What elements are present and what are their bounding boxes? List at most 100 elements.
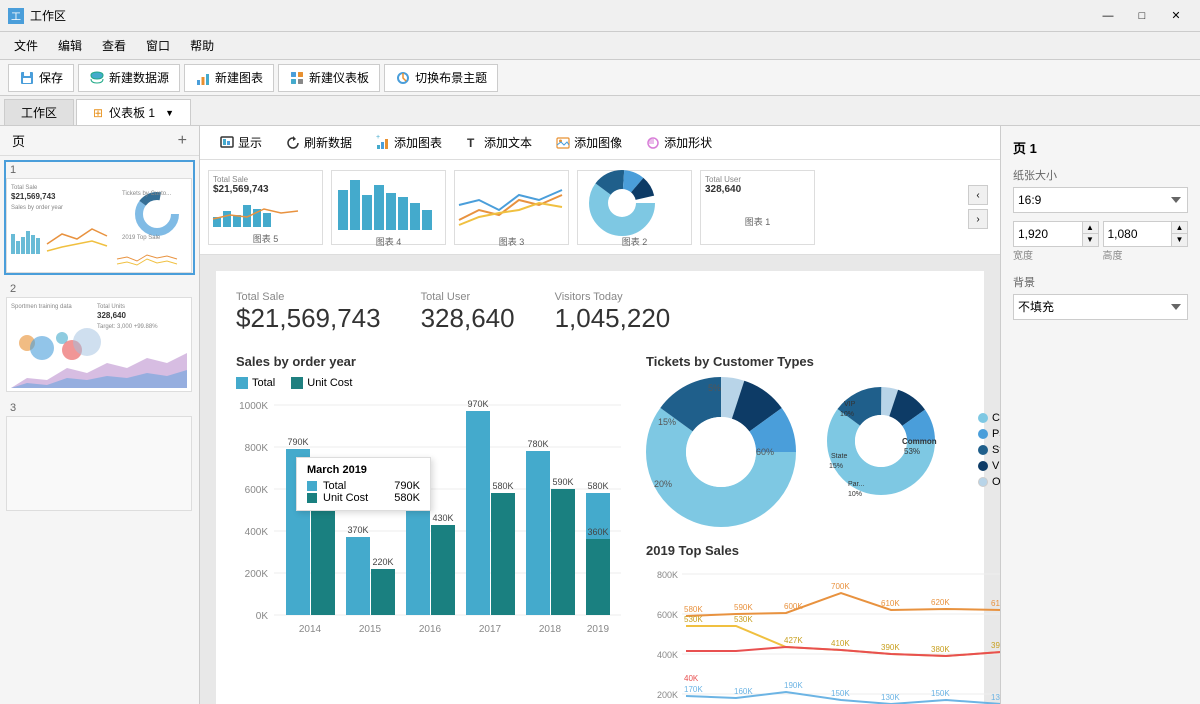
svg-text:400K: 400K — [657, 650, 678, 660]
dashboard-inner: Total Sale $21,569,743 Total User 328,64… — [216, 271, 984, 704]
svg-text:610K: 610K — [991, 599, 1000, 608]
chart-thumb-3[interactable]: 图表 3 — [454, 170, 569, 245]
datasource-icon — [89, 70, 105, 86]
workspace-tab-label: 工作区 — [21, 104, 57, 121]
display-btn[interactable]: 显示 — [212, 130, 270, 155]
svg-text:2019 Top Sale: 2019 Top Sale — [122, 235, 161, 241]
menu-window[interactable]: 窗口 — [136, 33, 180, 58]
chart-label-5: 图表 5 — [213, 232, 318, 245]
height-input[interactable] — [1104, 222, 1172, 246]
chart-thumb-1[interactable]: Total User 328,640 图表 1 — [700, 170, 815, 245]
height-input-wrap: ▲ ▼ — [1103, 221, 1189, 247]
menu-help[interactable]: 帮助 — [180, 33, 224, 58]
chart-thumb-5[interactable]: Total Sale $21,569,743 图表 5 — [208, 170, 323, 245]
svg-text:400K: 400K — [245, 527, 269, 538]
tooltip-total-row: Total 790K — [307, 480, 420, 492]
legend-unit-cost: Unit Cost — [291, 377, 352, 389]
chart-thumb-4[interactable]: 图表 4 — [331, 170, 446, 245]
svg-text:2017: 2017 — [479, 624, 502, 635]
page-item-3[interactable]: 3 — [4, 398, 195, 513]
add-image-btn[interactable]: 添加图像 — [548, 130, 630, 155]
svg-text:2016: 2016 — [419, 624, 442, 635]
window-controls: — □ ✕ — [1092, 4, 1192, 28]
add-page-btn[interactable]: + — [178, 132, 187, 150]
svg-text:790K: 790K — [287, 437, 308, 447]
page-item-1[interactable]: 1 Total Sale $21,569,743 Sales by order … — [4, 160, 195, 275]
svg-text:Sales by order year: Sales by order year — [11, 205, 63, 211]
add-shape-btn[interactable]: 添加形状 — [638, 130, 720, 155]
tooltip-total-dot — [307, 481, 317, 491]
menu-edit[interactable]: 编辑 — [48, 33, 92, 58]
svg-text:399K: 399K — [991, 641, 1000, 650]
dashboard-tab-icon: ⊞ — [93, 106, 103, 120]
svg-text:+: + — [376, 134, 380, 141]
others-dot — [978, 477, 988, 487]
page-item-2[interactable]: 2 Sportmen training data Total Units 328… — [4, 279, 195, 394]
paper-size-select[interactable]: 16:9 — [1013, 187, 1188, 213]
charts-grid: Sales by order year Total Unit Cost — [236, 354, 964, 704]
height-down-btn[interactable]: ▼ — [1171, 234, 1187, 246]
new-datasource-button[interactable]: 新建数据源 — [78, 64, 180, 92]
tooltip-title: March 2019 — [307, 464, 420, 476]
bar-chart-container: 1000K 800K 600K 400K 200K 0K — [236, 397, 626, 677]
close-btn[interactable]: ✕ — [1160, 4, 1192, 28]
add-text-btn[interactable]: T 添加文本 — [458, 130, 540, 155]
refresh-btn[interactable]: 刷新数据 — [278, 130, 360, 155]
visitors-label: Visitors Today — [555, 291, 671, 303]
width-spinners: ▲ ▼ — [1082, 222, 1098, 246]
width-up-btn[interactable]: ▲ — [1082, 222, 1098, 234]
new-chart-button[interactable]: 新建图表 — [184, 64, 274, 92]
new-dashboard-button[interactable]: 新建仪表板 — [278, 64, 380, 92]
app-title: 工作区 — [30, 7, 66, 24]
svg-text:970K: 970K — [467, 399, 488, 409]
svg-text:15%: 15% — [658, 417, 676, 427]
top-sales-section: 2019 Top Sales 800K 600K 400K 200K 0K — [646, 543, 1000, 704]
svg-text:1000K: 1000K — [239, 401, 268, 412]
tooltip-unit-cost-dot — [307, 493, 317, 503]
vip-dot — [978, 461, 988, 471]
width-input[interactable] — [1014, 222, 1082, 246]
svg-text:328,640: 328,640 — [97, 311, 126, 320]
svg-text:15%: 15% — [829, 463, 843, 470]
tab-dashboard1[interactable]: ⊞ 仪表板 1 ▼ — [76, 99, 191, 125]
svg-text:60%: 60% — [756, 447, 774, 457]
bar-chart-legend: Total Unit Cost — [236, 377, 626, 389]
total-user-label: Total User — [421, 291, 515, 303]
tab-workspace[interactable]: 工作区 — [4, 99, 74, 125]
svg-text:580K: 580K — [587, 481, 608, 491]
maximize-btn[interactable]: □ — [1126, 4, 1158, 28]
chart-nav-prev[interactable]: ‹ — [968, 185, 988, 205]
menu-bar: 文件 编辑 查看 窗口 帮助 — [0, 32, 1200, 60]
tickets-legend-area: Common 53% VIP 10% State 15% Par... 10% — [826, 386, 966, 519]
svg-text:360K: 360K — [587, 527, 608, 537]
svg-text:150K: 150K — [931, 689, 950, 698]
dashboard-canvas[interactable]: Total Sale $21,569,743 Total User 328,64… — [200, 255, 1000, 704]
width-down-btn[interactable]: ▼ — [1082, 234, 1098, 246]
svg-text:Par...: Par... — [848, 481, 864, 488]
pie-section: 60% 20% 15% 5% — [646, 377, 1000, 527]
svg-text:780K: 780K — [527, 439, 548, 449]
svg-text:160K: 160K — [734, 687, 753, 696]
height-spinners: ▲ ▼ — [1171, 222, 1187, 246]
switch-theme-button[interactable]: 切换布景主题 — [384, 64, 498, 92]
menu-file[interactable]: 文件 — [4, 33, 48, 58]
legend-others: Others — [978, 476, 1000, 488]
width-input-wrap: ▲ ▼ — [1013, 221, 1099, 247]
chart-thumb-2[interactable]: 图表 2 — [577, 170, 692, 245]
chart-label-1: 图表 1 — [705, 215, 810, 228]
svg-text:427K: 427K — [784, 636, 803, 645]
tab-dropdown-icon[interactable]: ▼ — [165, 108, 174, 118]
width-input-group: ▲ ▼ 宽度 — [1013, 221, 1099, 264]
background-select[interactable]: 不填充 — [1013, 294, 1188, 320]
legend-vip: VIP — [978, 460, 1000, 472]
save-button[interactable]: 保存 — [8, 64, 74, 92]
height-up-btn[interactable]: ▲ — [1171, 222, 1187, 234]
right-panel: 页 1 纸张大小 16:9 ▲ ▼ 宽度 ▲ — [1000, 126, 1200, 704]
bar-chart-svg: 1000K 800K 600K 400K 200K 0K — [236, 397, 626, 657]
minimize-btn[interactable]: — — [1092, 4, 1124, 28]
menu-view[interactable]: 查看 — [92, 33, 136, 58]
chart-nav-next[interactable]: › — [968, 209, 988, 229]
svg-text:800K: 800K — [245, 443, 269, 454]
add-chart-btn[interactable]: + 添加图表 — [368, 130, 450, 155]
add-text-icon: T — [466, 136, 480, 150]
